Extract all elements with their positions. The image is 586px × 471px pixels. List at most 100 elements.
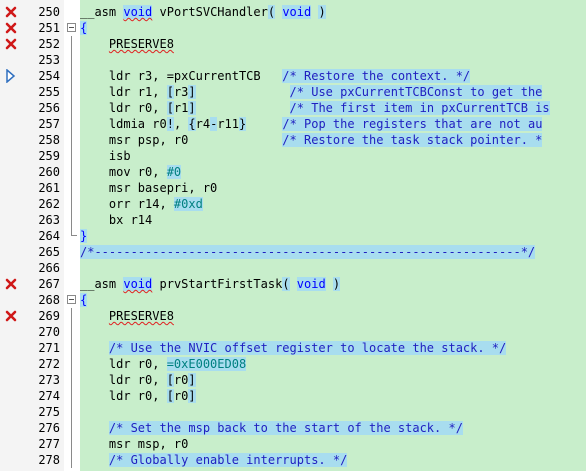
operator: ) — [332, 277, 341, 291]
fold-collapse-icon[interactable] — [64, 292, 80, 308]
code-text: orr r14, — [80, 197, 174, 211]
line-number: 259 — [38, 149, 60, 163]
code-content[interactable]: ldr r0, [r1] /* The first item in pxCurr… — [80, 100, 550, 116]
operator: [ — [166, 101, 174, 115]
fold-guide — [64, 196, 80, 212]
code-line[interactable]: 257 ldmia r0!, {r4-r11} /* Pop the regis… — [0, 116, 586, 132]
keyword: void — [123, 277, 153, 291]
code-text: r0 — [173, 389, 189, 403]
line-number: 255 — [38, 85, 60, 99]
code-line[interactable]: 251 { — [0, 20, 586, 36]
fold-guide — [64, 164, 80, 180]
code-line[interactable]: 258 msr psp, r0 /* Restore the task stac… — [0, 132, 586, 148]
code-line[interactable]: 269 PRESERVE8 — [0, 308, 586, 324]
code-line[interactable]: 267 __asm void prvStartFirstTask( void ) — [0, 276, 586, 292]
code-content[interactable]: { — [80, 292, 88, 308]
line-number: 252 — [38, 37, 60, 51]
line-number: 274 — [38, 389, 60, 403]
code-line[interactable]: 274 ldr r0, [r0] — [0, 388, 586, 404]
fold-guide — [64, 84, 80, 100]
code-line[interactable]: 250 __asm void vPortSVCHandler( void ) — [0, 4, 586, 20]
code-text: msr psp, r0 — [80, 133, 283, 147]
code-line[interactable]: 276 /* Set the msp back to the start of … — [0, 420, 586, 436]
code-content[interactable]: orr r14, #0xd — [80, 196, 203, 212]
line-number: 250 — [38, 5, 60, 19]
code-content[interactable]: msr msp, r0 — [80, 436, 188, 452]
code-line[interactable]: 261 msr basepri, r0 — [0, 180, 586, 196]
code-content[interactable]: __asm void prvStartFirstTask( void ) — [80, 276, 341, 292]
number-literal: #0xd — [173, 197, 203, 211]
operator: ( — [282, 277, 290, 291]
fold-guide — [64, 212, 80, 228]
code-content[interactable]: isb — [80, 148, 131, 164]
code-content[interactable]: bx r14 — [80, 212, 152, 228]
code-content[interactable]: ldr r0, [r0] — [80, 372, 196, 388]
code-content[interactable]: PRESERVE8 — [80, 308, 174, 324]
code-content[interactable]: msr psp, r0 /* Restore the task stack po… — [80, 132, 543, 148]
keyword: void — [123, 5, 153, 19]
code-line[interactable]: 271 /* Use the NVIC offset register to l… — [0, 340, 586, 356]
code-line[interactable]: 272 ldr r0, =0xE000ED08 — [0, 356, 586, 372]
code-content[interactable]: } — [80, 228, 88, 244]
comment: /* Use the NVIC offset register to locat… — [108, 341, 507, 355]
fold-collapse-icon[interactable] — [64, 20, 80, 36]
code-text: ldr r0, — [80, 389, 167, 403]
code-content[interactable]: /* Set the msp back to the start of the … — [80, 420, 463, 436]
code-content[interactable]: msr basepri, r0 — [80, 180, 217, 196]
code-line[interactable]: 263 bx r14 — [0, 212, 586, 228]
code-text: ldr r0, — [80, 373, 167, 387]
code-editor[interactable]: 250 __asm void vPortSVCHandler( void ) 251… — [0, 0, 586, 471]
fold-guide — [64, 308, 80, 324]
code-line[interactable]: 268 { — [0, 292, 586, 308]
code-line[interactable]: 256 ldr r0, [r1] /* The first item in px… — [0, 100, 586, 116]
code-line[interactable]: 277 msr msp, r0 — [0, 436, 586, 452]
code-content[interactable]: mov r0, #0 — [80, 164, 182, 180]
fold-guide — [64, 356, 80, 372]
code-text: isb — [80, 149, 131, 163]
fold-guide — [64, 100, 80, 116]
code-line[interactable]: 262 orr r14, #0xd — [0, 196, 586, 212]
code-content[interactable]: /* Use the NVIC offset register to locat… — [80, 340, 507, 356]
code-content[interactable]: /* Globally enable interrupts. */ — [80, 452, 348, 468]
fold-guide — [64, 388, 80, 404]
code-line[interactable]: 252 PRESERVE8 — [0, 36, 586, 52]
operator: ] — [188, 389, 196, 403]
code-line[interactable]: 254 ldr r3, =pxCurrentTCB /* Restore the… — [0, 68, 586, 84]
code-content[interactable]: __asm void vPortSVCHandler( void ) — [80, 4, 326, 20]
code-content[interactable]: ldr r0, =0xE000ED08 — [80, 356, 247, 372]
code-line[interactable]: 255 ldr r1, [r3] /* Use pxCurrentTCBCons… — [0, 84, 586, 100]
code-content[interactable]: ldr r0, [r0] — [80, 388, 196, 404]
code-text: ldr r0, — [80, 357, 167, 371]
fold-guide — [64, 180, 80, 196]
code-content[interactable]: /*--------------------------------------… — [80, 244, 536, 260]
line-number: 266 — [38, 261, 60, 275]
brace: { — [80, 21, 88, 35]
code-line[interactable]: 264} — [0, 228, 586, 244]
code-line[interactable]: 253 — [0, 52, 586, 68]
fold-guide — [64, 132, 80, 148]
code-content[interactable]: ldr r1, [r3] /* Use pxCurrentTCBConst to… — [80, 84, 543, 100]
code-line[interactable]: 266 — [0, 260, 586, 276]
code-line[interactable]: 260 mov r0, #0 — [0, 164, 586, 180]
code-content[interactable]: ldr r3, =pxCurrentTCB /* Restore the con… — [80, 68, 471, 84]
comment: /* The first item in pxCurrentTCB is — [289, 101, 550, 115]
code-text: ldr r1, — [80, 85, 167, 99]
operator: { — [188, 117, 196, 131]
code-content[interactable]: ldmia r0!, {r4-r11} /* Pop the registers… — [80, 116, 543, 132]
code-line[interactable]: 270 — [0, 324, 586, 340]
line-number: 277 — [38, 437, 60, 451]
line-number: 262 — [38, 197, 60, 211]
code-line[interactable]: 275 — [0, 404, 586, 420]
code-line[interactable]: 278 /* Globally enable interrupts. */ — [0, 452, 586, 468]
comment: /* Restore the context. */ — [282, 69, 471, 83]
code-line[interactable]: 273 ldr r0, [r0] — [0, 372, 586, 388]
code-line[interactable]: 265 /*-----------------------------------… — [0, 244, 586, 260]
line-number: 272 — [38, 357, 60, 371]
code-content[interactable]: { — [80, 20, 88, 36]
code-content[interactable]: PRESERVE8 — [80, 36, 174, 52]
code-line[interactable]: 259 isb — [0, 148, 586, 164]
comment: /* Restore the task stack pointer. * — [282, 133, 543, 147]
